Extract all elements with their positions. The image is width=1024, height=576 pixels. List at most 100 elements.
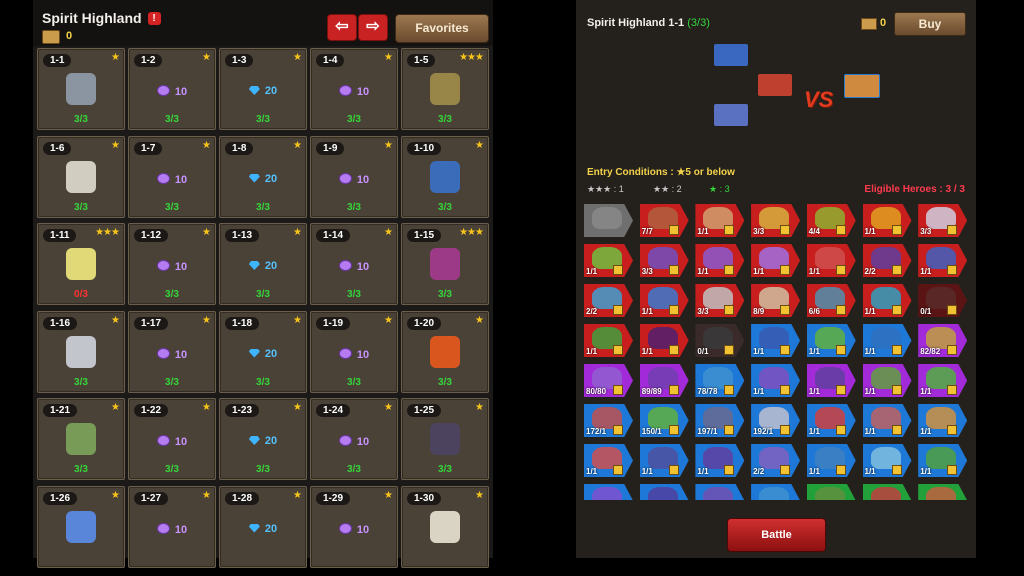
alert-icon[interactable]: ! bbox=[147, 12, 161, 25]
hero-card[interactable]: 1/1 bbox=[862, 204, 912, 237]
hero-card[interactable]: 3/3 bbox=[639, 244, 689, 277]
hero-card[interactable]: 1/1 bbox=[806, 364, 856, 397]
hero-card[interactable]: 3/3 bbox=[918, 204, 968, 237]
hero-card[interactable] bbox=[639, 484, 689, 500]
stage-tile[interactable]: 1-1 ★ 3/3 bbox=[37, 48, 125, 130]
hero-card[interactable]: 1/1 bbox=[862, 404, 912, 437]
hero-card[interactable]: 1/1 bbox=[584, 244, 633, 277]
stage-tile[interactable]: 1-19 ★ 10 3/3 bbox=[310, 310, 398, 393]
hero-card[interactable]: 1/1 bbox=[918, 444, 968, 477]
hero-card[interactable]: 1/1 bbox=[806, 444, 856, 477]
hero-card[interactable]: 1/1 bbox=[695, 204, 745, 237]
hero-card[interactable]: 1/1 bbox=[751, 244, 801, 277]
hero-card[interactable]: 2/2 bbox=[751, 444, 801, 477]
hero-card[interactable]: 8/9 bbox=[751, 284, 801, 317]
hero-card[interactable]: 82/82 bbox=[918, 324, 968, 357]
prev-area-button[interactable]: ⇦ bbox=[327, 14, 357, 41]
battle-button[interactable]: Battle bbox=[727, 518, 826, 552]
hero-card[interactable]: 1/1 bbox=[862, 324, 912, 357]
hero-card[interactable] bbox=[695, 484, 745, 500]
hero-card[interactable]: 0/1 bbox=[695, 324, 745, 357]
hero-card[interactable]: 1/1 bbox=[806, 244, 856, 277]
hero-card[interactable]: 3/3 bbox=[751, 204, 801, 237]
stage-tile[interactable]: 1-20 ★ 3/3 bbox=[401, 310, 489, 393]
stage-tile[interactable]: 1-24 ★ 10 3/3 bbox=[310, 398, 398, 480]
hero-card[interactable]: 192/1 bbox=[751, 404, 801, 437]
hero-count: 3/3 bbox=[641, 267, 653, 276]
stage-progress: 3/3 bbox=[256, 114, 270, 125]
stage-tile[interactable]: 1-13 ★ 20 3/3 bbox=[219, 223, 307, 305]
hero-card[interactable]: 1/1 bbox=[862, 444, 912, 477]
stage-tile[interactable]: 1-4 ★ 10 3/3 bbox=[310, 48, 398, 130]
stage-tile[interactable]: 1-28 ★ 20 bbox=[219, 485, 307, 568]
stage-tile[interactable]: 1-12 ★ 10 3/3 bbox=[128, 223, 216, 305]
hero-card[interactable]: 78/78 bbox=[695, 364, 745, 397]
hero-card[interactable]: 172/1 bbox=[584, 404, 633, 437]
hero-card[interactable]: 197/1 bbox=[695, 404, 745, 437]
stage-tile[interactable]: 1-21 ★ 3/3 bbox=[37, 398, 125, 480]
stage-tile[interactable]: 1-9 ★ 10 3/3 bbox=[310, 135, 398, 218]
category-2star[interactable]: ★★ : 2 bbox=[653, 184, 682, 195]
hero-card[interactable]: 1/1 bbox=[751, 324, 801, 357]
stage-tile[interactable]: 1-17 ★ 10 3/3 bbox=[128, 310, 216, 393]
favorites-button[interactable]: Favorites bbox=[395, 14, 489, 43]
hero-card[interactable]: 2/2 bbox=[584, 284, 633, 317]
hero-card[interactable]: 1/1 bbox=[751, 364, 801, 397]
hero-card[interactable]: 2/2 bbox=[862, 244, 912, 277]
hero-card[interactable]: 80/80 bbox=[584, 364, 633, 397]
hero-card[interactable]: 1/1 bbox=[695, 444, 745, 477]
stage-tile[interactable]: 1-23 ★ 20 3/3 bbox=[219, 398, 307, 480]
hero-card[interactable]: 3/3 bbox=[695, 284, 745, 317]
stage-tile[interactable]: 1-7 ★ 10 3/3 bbox=[128, 135, 216, 218]
star-rating-icon: ★ bbox=[202, 227, 211, 238]
next-area-button[interactable]: ⇨ bbox=[358, 14, 388, 41]
stage-tile[interactable]: 1-18 ★ 20 3/3 bbox=[219, 310, 307, 393]
stage-tile[interactable]: 1-8 ★ 20 3/3 bbox=[219, 135, 307, 218]
hero-card[interactable]: 7/7 bbox=[639, 204, 689, 237]
stage-tile[interactable]: 1-29 ★ 10 bbox=[310, 485, 398, 568]
stage-tile[interactable]: 1-30 ★ bbox=[401, 485, 489, 568]
hero-card[interactable]: 1/1 bbox=[584, 444, 633, 477]
stage-tile[interactable]: 1-10 ★ 3/3 bbox=[401, 135, 489, 218]
hero-card[interactable] bbox=[584, 204, 633, 237]
hero-card[interactable]: 1/1 bbox=[806, 404, 856, 437]
hero-card[interactable]: 1/1 bbox=[918, 404, 968, 437]
hero-card[interactable]: 1/1 bbox=[639, 444, 689, 477]
stage-tile[interactable]: 1-14 ★ 10 3/3 bbox=[310, 223, 398, 305]
hero-card[interactable]: 6/6 bbox=[806, 284, 856, 317]
hero-card[interactable] bbox=[918, 484, 968, 500]
stage-tile[interactable]: 1-27 ★ 10 bbox=[128, 485, 216, 568]
stage-tile[interactable]: 1-25 ★ 3/3 bbox=[401, 398, 489, 480]
stage-tile[interactable]: 1-26 ★ bbox=[37, 485, 125, 568]
stage-tile[interactable]: 1-15 ★★★ 3/3 bbox=[401, 223, 489, 305]
hero-card[interactable]: 150/1 bbox=[639, 404, 689, 437]
stage-tile[interactable]: 1-5 ★★★ 3/3 bbox=[401, 48, 489, 130]
hero-card[interactable]: 89/89 bbox=[639, 364, 689, 397]
hero-card[interactable]: 1/1 bbox=[862, 284, 912, 317]
hero-card[interactable] bbox=[862, 484, 912, 500]
hero-card[interactable]: 1/1 bbox=[918, 244, 968, 277]
hero-card[interactable] bbox=[584, 484, 633, 500]
hero-card[interactable]: 1/1 bbox=[918, 364, 968, 397]
hero-card[interactable]: 1/1 bbox=[695, 244, 745, 277]
buy-button[interactable]: Buy bbox=[894, 12, 966, 36]
hero-card[interactable]: 4/4 bbox=[806, 204, 856, 237]
stage-tile[interactable]: 1-2 ★ 10 3/3 bbox=[128, 48, 216, 130]
hero-card[interactable]: 1/1 bbox=[639, 284, 689, 317]
hero-card[interactable]: 1/1 bbox=[639, 324, 689, 357]
hero-card[interactable]: 0/1 bbox=[918, 284, 968, 317]
stage-tile[interactable]: 1-11 ★★★ 0/3 bbox=[37, 223, 125, 305]
hero-card[interactable] bbox=[806, 484, 856, 500]
stage-tile[interactable]: 1-22 ★ 10 3/3 bbox=[128, 398, 216, 480]
hero-badge-icon bbox=[613, 305, 623, 315]
stage-tile[interactable]: 1-16 ★ 3/3 bbox=[37, 310, 125, 393]
category-1star[interactable]: ★ : 3 bbox=[709, 184, 730, 195]
category-3star[interactable]: ★★★ : 1 bbox=[587, 184, 624, 195]
stage-tile[interactable]: 1-3 ★ 20 3/3 bbox=[219, 48, 307, 130]
hero-card[interactable]: 1/1 bbox=[806, 324, 856, 357]
hero-card[interactable]: 1/1 bbox=[584, 324, 633, 357]
player-hero-portrait[interactable] bbox=[844, 74, 880, 98]
stage-tile[interactable]: 1-6 ★ 3/3 bbox=[37, 135, 125, 218]
hero-card[interactable]: 1/1 bbox=[862, 364, 912, 397]
hero-card[interactable] bbox=[751, 484, 801, 500]
